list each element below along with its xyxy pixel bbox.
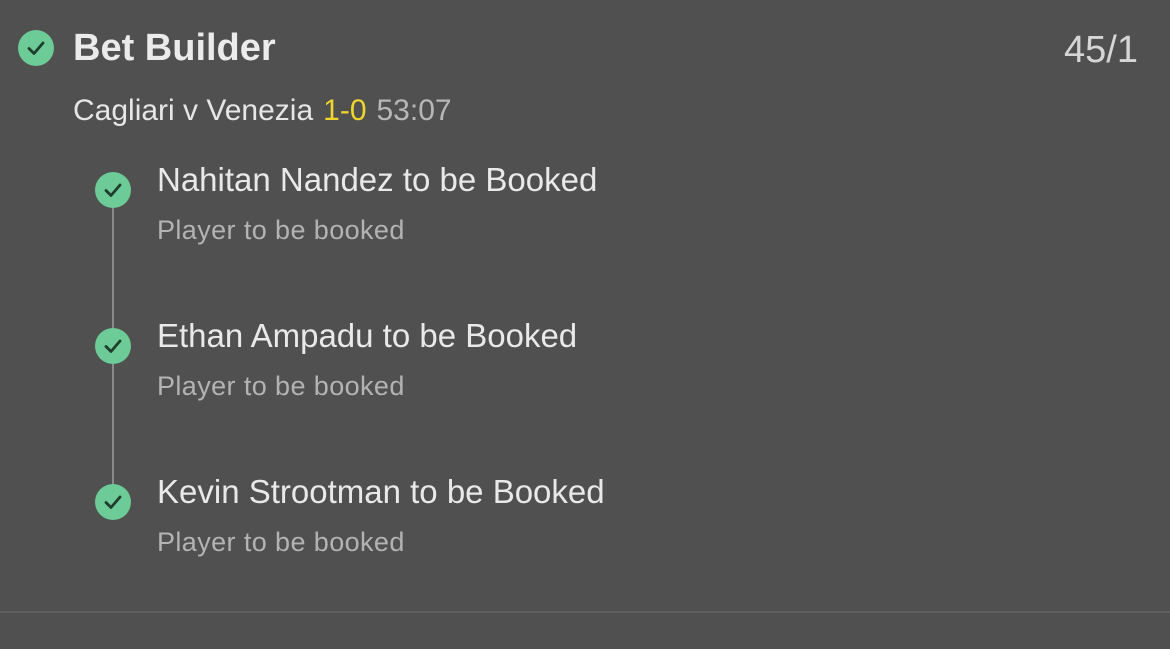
check-circle-icon [95,172,131,208]
bet-odds: 45/1 [1064,29,1138,71]
match-info: Cagliari v Venezia 1-0 53:07 [73,92,452,130]
bet-title: Bet Builder [73,27,276,69]
check-circle-icon [18,30,54,66]
leg-title: Ethan Ampadu to be Booked [157,317,578,354]
leg-title: Nahitan Nandez to be Booked [157,161,598,198]
leg-title: Kevin Strootman to be Booked [157,473,605,510]
check-circle-icon [95,484,131,520]
divider [0,611,1170,613]
leg-market: Player to be booked [157,527,405,557]
match-name: Cagliari v Venezia [73,94,314,127]
check-circle-icon [95,328,131,364]
match-clock: 53:07 [376,94,452,127]
bet-builder-card[interactable]: Bet Builder 45/1 Cagliari v Venezia 1-0 53… [0,0,1170,649]
match-score: 1-0 [323,94,367,127]
leg-market: Player to be booked [157,215,405,245]
leg-market: Player to be booked [157,371,405,401]
